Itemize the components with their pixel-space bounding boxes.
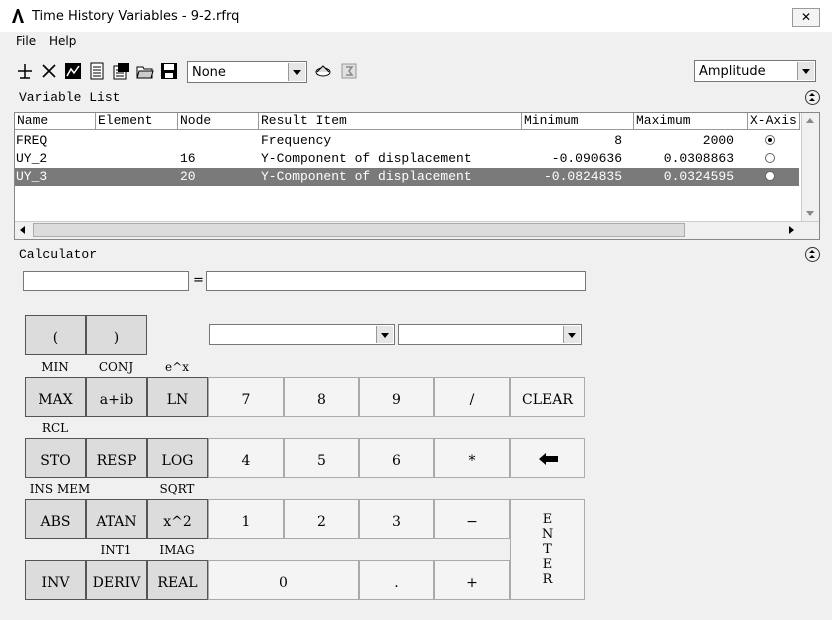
scroll-down-icon[interactable]	[806, 211, 814, 216]
table-row[interactable]: UY_3 20 Y-Component of displacement -0.0…	[15, 168, 799, 186]
minus-button[interactable]: −	[434, 499, 510, 539]
chevron-down-icon[interactable]	[288, 63, 305, 81]
title-bar: Time History Variables - 9-2.rfrq ✕	[0, 0, 832, 33]
ins-mem-label: INS MEM	[29, 482, 91, 496]
scroll-left-icon[interactable]	[20, 226, 25, 234]
save-icon[interactable]	[160, 62, 178, 80]
ansys-logo-icon	[12, 9, 24, 23]
left-paren-button[interactable]: (	[25, 315, 86, 355]
graph-data-icon[interactable]	[64, 62, 82, 80]
variable-list-table: Name Element Node Result Item Minimum Ma…	[14, 112, 820, 240]
conj-label: CONJ	[98, 360, 134, 374]
clear-button[interactable]: CLEAR	[510, 377, 585, 417]
exp-label: e^x	[165, 360, 189, 374]
column-header-node[interactable]: Node	[178, 113, 259, 130]
window-title: Time History Variables - 9-2.rfrq	[32, 9, 240, 24]
horizontal-scrollbar[interactable]	[15, 221, 819, 239]
rcl-label: RCL	[41, 421, 69, 435]
menu-file[interactable]: File	[16, 34, 36, 48]
menu-help[interactable]: Help	[49, 34, 76, 48]
collapse-icon[interactable]	[805, 247, 820, 262]
chevron-down-icon[interactable]	[797, 62, 814, 80]
column-header-maximum[interactable]: Maximum	[634, 113, 748, 130]
atan-button[interactable]: ATAN	[86, 499, 147, 539]
key-0[interactable]: 0	[208, 560, 359, 600]
equals-sign: =	[193, 273, 204, 288]
imag-label: IMAG	[159, 543, 195, 557]
real-button[interactable]: REAL	[147, 560, 208, 600]
open-folder-icon[interactable]	[136, 62, 154, 80]
key-3[interactable]: 3	[359, 499, 434, 539]
delete-variable-icon[interactable]	[40, 62, 58, 80]
list-data-icon[interactable]	[88, 62, 106, 80]
decimal-button[interactable]: .	[359, 560, 434, 600]
scroll-right-icon[interactable]	[789, 226, 794, 234]
toolbar: None Amplitude	[0, 51, 832, 91]
expression-input[interactable]	[206, 271, 586, 291]
amplitude-combo[interactable]: Amplitude	[694, 60, 816, 82]
chevron-down-icon[interactable]	[563, 326, 580, 343]
key-2[interactable]: 2	[284, 499, 359, 539]
column-header-minimum[interactable]: Minimum	[522, 113, 634, 130]
key-7[interactable]: 7	[208, 377, 284, 417]
backspace-arrow-icon	[539, 453, 558, 465]
ln-button[interactable]: LN	[147, 377, 208, 417]
min-label: MIN	[41, 360, 69, 374]
column-header-name[interactable]: Name	[15, 113, 96, 130]
inv-button[interactable]: INV	[25, 560, 86, 600]
complex-button[interactable]: a+ib	[86, 377, 147, 417]
x-axis-radio[interactable]	[765, 153, 775, 163]
deriv-button[interactable]: DERIV	[86, 560, 147, 600]
calculator-title: Calculator	[19, 247, 98, 262]
abs-button[interactable]: ABS	[25, 499, 86, 539]
key-4[interactable]: 4	[208, 438, 284, 478]
table-row[interactable]: FREQ Frequency 8 2000	[15, 132, 799, 150]
max-button[interactable]: MAX	[25, 377, 86, 417]
column-header-result-item[interactable]: Result Item	[259, 113, 522, 130]
key-6[interactable]: 6	[359, 438, 434, 478]
backspace-button[interactable]	[510, 438, 585, 478]
add-variable-icon[interactable]	[16, 62, 34, 80]
column-header-element[interactable]: Element	[96, 113, 178, 130]
key-8[interactable]: 8	[284, 377, 359, 417]
filter-combo[interactable]: None	[187, 61, 307, 83]
key-1[interactable]: 1	[208, 499, 284, 539]
variable-dropdown-2[interactable]	[398, 324, 582, 345]
collapse-icon[interactable]	[805, 90, 820, 105]
log-button[interactable]: LOG	[147, 438, 208, 478]
key-9[interactable]: 9	[359, 377, 434, 417]
scroll-up-icon[interactable]	[806, 118, 814, 123]
sqrt-label: SQRT	[159, 482, 195, 496]
resp-button[interactable]: RESP	[86, 438, 147, 478]
column-header-x-axis[interactable]: X-Axis	[748, 113, 800, 130]
variable-name-input[interactable]	[23, 271, 189, 291]
close-button[interactable]: ✕	[792, 8, 820, 27]
plus-button[interactable]: +	[434, 560, 510, 600]
multiply-button[interactable]: *	[434, 438, 510, 478]
variable-dropdown-1[interactable]	[209, 324, 395, 345]
chevron-down-icon[interactable]	[376, 326, 393, 343]
table-row[interactable]: UY_2 16 Y-Component of displacement -0.0…	[15, 150, 799, 168]
right-paren-button[interactable]: )	[86, 315, 147, 355]
scroll-thumb[interactable]	[33, 223, 685, 237]
variable-viewer-icon[interactable]	[340, 62, 358, 80]
square-button[interactable]: x^2	[147, 499, 208, 539]
variable-list-header: Variable List	[14, 90, 820, 106]
vertical-scrollbar[interactable]	[801, 113, 819, 223]
key-5[interactable]: 5	[284, 438, 359, 478]
x-axis-radio[interactable]	[765, 171, 775, 181]
calculator-header: Calculator	[14, 247, 820, 263]
menu-bar: File Help	[0, 32, 832, 51]
sto-button[interactable]: STO	[25, 438, 86, 478]
clear-icon[interactable]	[314, 62, 332, 80]
variable-list-title: Variable List	[19, 90, 121, 105]
x-axis-radio[interactable]	[765, 135, 775, 145]
divide-button[interactable]: /	[434, 377, 510, 417]
int1-label: INT1	[100, 543, 132, 557]
enter-button[interactable]: E N T E R	[510, 499, 585, 600]
properties-icon[interactable]	[112, 62, 130, 80]
